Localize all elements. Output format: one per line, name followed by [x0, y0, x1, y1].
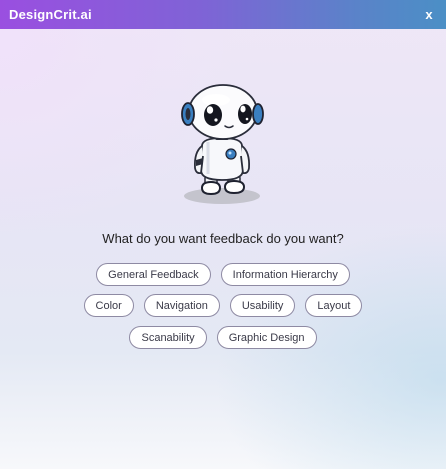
mascot-right-arm: [240, 145, 251, 175]
feedback-question: What do you want feedback do you want?: [102, 231, 344, 246]
robot-mascot-icon: [172, 78, 272, 208]
feedback-options-row-3: Scanability Graphic Design: [0, 326, 446, 349]
option-general-feedback[interactable]: General Feedback: [96, 263, 211, 286]
option-usability[interactable]: Usability: [229, 294, 296, 317]
mascot-left-eye: [204, 104, 222, 126]
option-layout[interactable]: Layout: [305, 294, 363, 317]
option-color[interactable]: Color: [83, 294, 134, 317]
close-button[interactable]: x: [422, 7, 436, 22]
mascot-right-foot: [223, 179, 246, 195]
option-graphic-design[interactable]: Graphic Design: [216, 326, 317, 349]
option-scanability[interactable]: Scanability: [129, 326, 207, 349]
app-title: DesignCrit.ai: [9, 7, 92, 22]
option-information-hierarchy[interactable]: Information Hierarchy: [220, 263, 350, 286]
feedback-options-row-2: Color Navigation Usability Layout: [0, 294, 446, 317]
app-window: DesignCrit.ai x What do you want feedbac…: [0, 0, 446, 469]
mascot-right-ear: [252, 103, 264, 125]
title-bar: DesignCrit.ai x: [0, 0, 446, 29]
feedback-options-row-1: General Feedback Information Hierarchy: [0, 263, 446, 286]
mascot-left-foot: [200, 180, 222, 196]
mascot-shadow: [184, 188, 260, 204]
option-navigation[interactable]: Navigation: [143, 294, 220, 317]
